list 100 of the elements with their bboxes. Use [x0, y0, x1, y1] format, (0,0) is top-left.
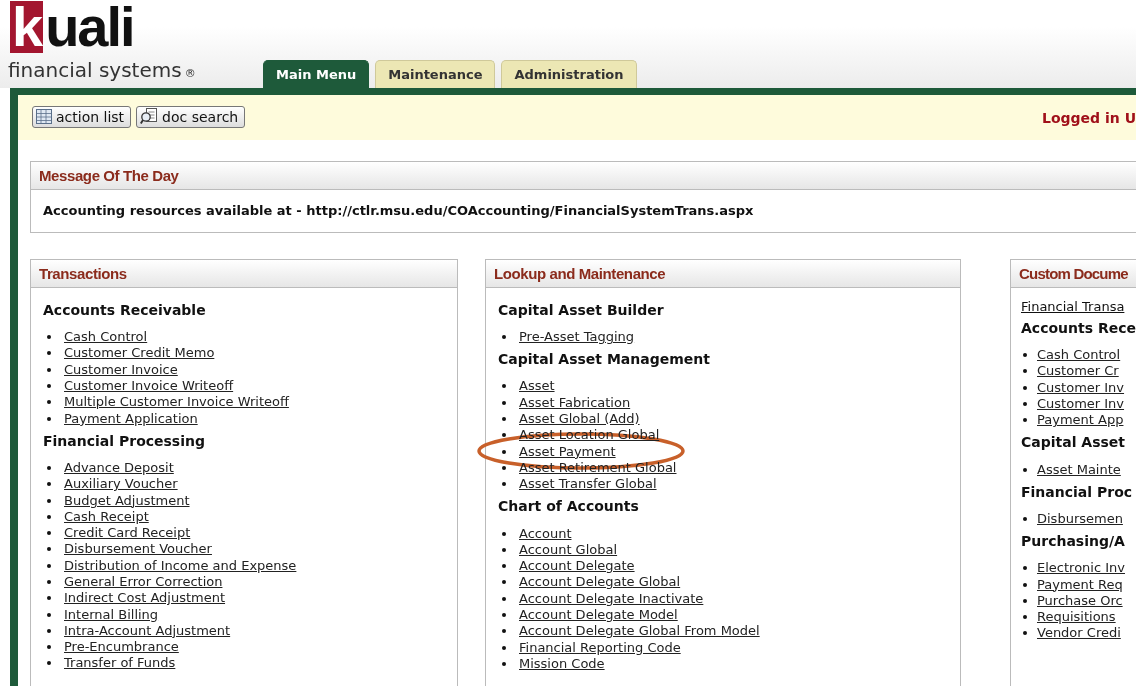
bullet-icon	[47, 367, 51, 372]
section-heading: Capital Asset Management	[498, 351, 711, 368]
bullet-icon	[47, 547, 51, 552]
bullet-icon	[47, 514, 51, 519]
panel-title: Custom Docume	[1019, 265, 1128, 282]
menu-link[interactable]: Disbursemen	[1037, 510, 1123, 527]
menu-link[interactable]: Pre-Asset Tagging	[519, 329, 635, 346]
menu-link[interactable]: Asset	[519, 378, 555, 395]
menu-link[interactable]: Payment App	[1037, 412, 1124, 429]
bullet-icon	[47, 465, 51, 470]
bullet-icon	[1023, 598, 1027, 603]
bullet-icon	[502, 564, 506, 569]
bullet-icon	[502, 645, 506, 650]
bullet-icon	[1023, 615, 1027, 620]
bullet-icon	[47, 351, 51, 356]
menu-link[interactable]: Payment Application	[64, 410, 198, 427]
logo-wordmark: kuali	[10, 0, 134, 58]
table-icon	[36, 109, 52, 124]
menu-link[interactable]: Account Delegate Inactivate	[519, 590, 704, 607]
section-heading: Financial Proc	[1021, 483, 1134, 500]
menu-link[interactable]: Distribution of Income and Expense	[64, 557, 297, 574]
menu-link[interactable]: Customer Credit Memo	[64, 345, 215, 362]
bullet-icon	[1023, 516, 1027, 521]
menu-link[interactable]: Customer Inv	[1037, 396, 1125, 413]
menu-link[interactable]: Transfer of Funds	[64, 655, 176, 672]
bullet-icon	[502, 433, 506, 438]
menu-link[interactable]: Account	[519, 525, 572, 542]
bullet-icon	[1023, 353, 1027, 358]
menu-link[interactable]: Indirect Cost Adjustment	[64, 590, 226, 607]
menu-link[interactable]: Customer Invoice Writeoff	[64, 378, 234, 395]
nav-tab[interactable]: Maintenance	[375, 60, 496, 88]
panel-title: Lookup and Maintenance	[494, 265, 666, 282]
menu-link[interactable]: General Error Correction	[64, 574, 223, 590]
menu-link[interactable]: Cash Control	[1037, 347, 1121, 364]
bullet-icon	[502, 596, 506, 601]
menu-link[interactable]: Account Delegate	[519, 558, 635, 575]
menu-link[interactable]: Account Global	[519, 541, 618, 558]
bullet-icon	[502, 580, 506, 585]
bullet-icon	[502, 335, 506, 340]
menu-link[interactable]: Cash Control	[64, 329, 148, 346]
bullet-icon	[1023, 631, 1027, 636]
section-heading: Capital Asset	[1021, 434, 1127, 451]
menu-link[interactable]: Asset Mainte	[1037, 461, 1121, 478]
nav-tab[interactable]: Administration	[501, 60, 637, 88]
bullet-icon	[47, 628, 51, 633]
menu-link[interactable]: Customer Cr	[1037, 363, 1119, 380]
menu-link[interactable]: Electronic Inv	[1037, 560, 1125, 577]
bullet-icon	[47, 384, 51, 389]
bullet-icon	[47, 580, 51, 584]
registered-mark: ®	[184, 67, 196, 80]
bullet-icon	[502, 417, 506, 422]
menu-link[interactable]: Account Delegate Model	[519, 607, 678, 623]
menu-link[interactable]: Credit Card Receipt	[64, 525, 191, 542]
panel-title: Transactions	[39, 265, 127, 282]
menu-link[interactable]: Account Delegate Global From Model	[519, 623, 760, 640]
menu-link[interactable]: Customer Inv	[1037, 379, 1125, 396]
menu-link[interactable]: Mission Code	[519, 655, 605, 672]
bullet-icon	[502, 531, 506, 536]
menu-link[interactable]: Account Delegate Global	[519, 574, 681, 591]
bullet-icon	[47, 596, 51, 601]
toolbar-button[interactable]: action list	[32, 105, 132, 128]
section-heading: Accounts Rece	[1021, 320, 1136, 336]
menu-link[interactable]: Requisitions	[1037, 609, 1116, 626]
menu-link[interactable]: Purchase Orc	[1037, 592, 1123, 609]
bullet-icon	[47, 612, 51, 617]
bullet-icon	[47, 498, 51, 503]
menu-link[interactable]: Pre-Encumbrance	[64, 639, 179, 656]
menu-link[interactable]: Multiple Customer Invoice Writeoff	[64, 394, 289, 411]
section-heading: Financial Processing	[43, 432, 206, 449]
menu-link[interactable]: Budget Adjustment	[64, 492, 190, 509]
menu-link[interactable]: Advance Deposit	[64, 459, 174, 476]
login-status: Logged in U	[1042, 109, 1136, 126]
bullet-icon	[47, 482, 51, 487]
bullet-icon	[502, 465, 506, 470]
bullet-icon	[502, 400, 506, 405]
menu-link[interactable]: Financial Reporting Code	[519, 639, 681, 656]
menu-link[interactable]: Asset Global (Add)	[519, 411, 640, 428]
section-heading: Chart of Accounts	[498, 498, 640, 515]
menu-link[interactable]: Internal Billing	[64, 606, 159, 623]
menu-link[interactable]: Asset Fabrication	[519, 394, 631, 411]
bullet-icon	[502, 384, 506, 389]
bullet-icon	[1023, 467, 1027, 472]
panel-title: Message Of The Day	[39, 167, 179, 184]
nav-tab[interactable]: Main Menu	[263, 60, 370, 88]
bullet-icon	[1023, 582, 1027, 587]
toolbar-button[interactable]: doc search	[136, 105, 246, 128]
menu-link[interactable]: Customer Invoice	[64, 361, 178, 378]
menu-link[interactable]: Vendor Credi	[1037, 625, 1121, 642]
menu-link[interactable]: Asset Transfer Global	[519, 476, 657, 493]
menu-link[interactable]: Disbursement Voucher	[64, 541, 212, 558]
bullet-icon	[502, 613, 506, 617]
bullet-icon	[47, 661, 51, 666]
menu-link[interactable]: Auxiliary Voucher	[64, 476, 178, 493]
bullet-icon	[47, 416, 51, 421]
menu-link[interactable]: Cash Receipt	[64, 508, 149, 525]
bullet-icon	[47, 645, 51, 650]
menu-link[interactable]: Intra-Account Adjustment	[64, 622, 231, 639]
bullet-icon	[47, 563, 51, 568]
menu-link[interactable]: Financial Transa	[1021, 299, 1136, 314]
menu-link[interactable]: Payment Req	[1037, 576, 1123, 593]
